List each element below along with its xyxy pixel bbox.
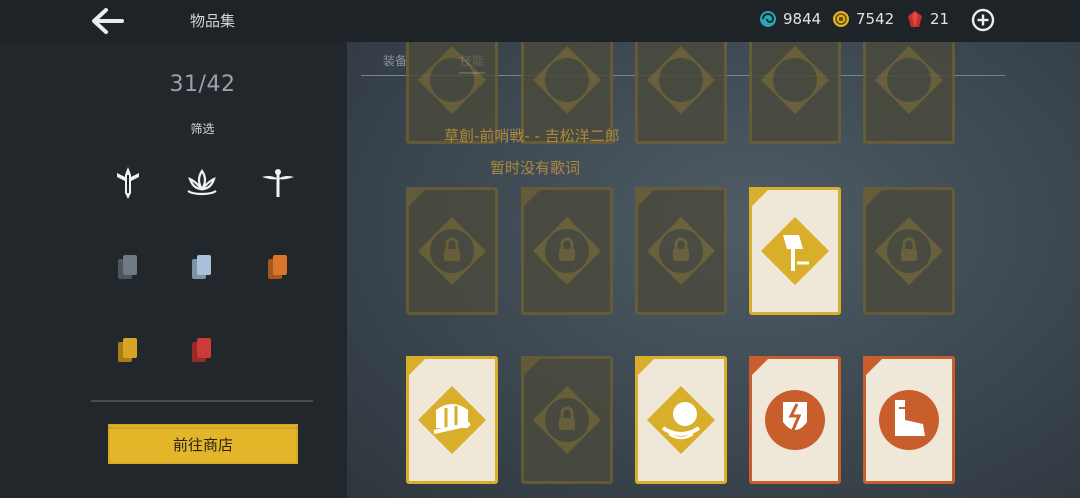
- sword-class-icon: [406, 187, 428, 209]
- gold-coin-icon: [832, 10, 850, 28]
- card-stack-icon: [118, 255, 137, 279]
- sidebar-divider: [91, 400, 313, 402]
- currency-gem-value: 21: [930, 10, 950, 28]
- skill-card-boot[interactable]: [863, 356, 955, 484]
- skill-card-shield[interactable]: [749, 356, 841, 484]
- top-bar: 物品集 9844 7542 21: [0, 0, 1080, 42]
- go-to-shop-button[interactable]: 前往商店: [108, 424, 298, 464]
- sword-class-icon: [635, 356, 657, 378]
- card-stack-icon: [192, 255, 211, 279]
- skill-card-locked[interactable]: [406, 187, 498, 315]
- tab-equipment[interactable]: 装备: [383, 52, 407, 69]
- sword-class-icon: [635, 187, 657, 209]
- page-title: 物品集: [190, 12, 236, 30]
- sword-class-icon: [863, 356, 885, 378]
- rarity-filter-epic[interactable]: [258, 247, 298, 287]
- currency-gold: 7542: [832, 10, 894, 28]
- skills-panel: 装备 技能: [347, 42, 1080, 498]
- rarity-filter-legendary[interactable]: [108, 330, 148, 370]
- skill-card-locked[interactable]: [635, 187, 727, 315]
- sword-class-icon: [521, 356, 543, 378]
- red-gem-icon: [906, 10, 924, 28]
- song-title-overlay: 草創-前哨戦- - 吉松洋二郎: [444, 127, 620, 145]
- card-stack-icon: [268, 255, 287, 279]
- dragonfly-class-icon[interactable]: [258, 163, 298, 203]
- card-stack-icon: [118, 338, 137, 362]
- helmet-icon: [433, 404, 471, 434]
- sword-class-icon: [863, 187, 885, 209]
- sword-class-icon[interactable]: [108, 163, 148, 203]
- skill-card-locked[interactable]: [749, 42, 841, 144]
- rarity-filter-mythic[interactable]: [182, 330, 222, 370]
- add-currency-button[interactable]: [971, 8, 995, 32]
- no-lyrics-overlay: 暂时没有歌词: [490, 159, 581, 177]
- skill-card-axe[interactable]: [749, 187, 841, 315]
- skill-card-locked[interactable]: [863, 42, 955, 144]
- card-stack-icon: [192, 338, 211, 362]
- currency-gem: 21: [906, 10, 949, 28]
- sword-class-icon: [406, 356, 428, 378]
- currency-swirl: 9844: [759, 10, 821, 28]
- rarity-filter-rare[interactable]: [182, 247, 222, 287]
- swirl-currency-icon: [759, 10, 777, 28]
- back-arrow-icon[interactable]: [88, 6, 128, 36]
- skill-card-locked[interactable]: [635, 42, 727, 144]
- sword-class-icon: [749, 356, 771, 378]
- broken-shield-icon: [783, 402, 807, 431]
- filter-label: 筛选: [190, 122, 215, 136]
- skill-card-whirl[interactable]: [635, 356, 727, 484]
- currency-swirl-value: 9844: [783, 10, 822, 28]
- plus-circle-icon: [971, 8, 995, 32]
- lotus-class-icon[interactable]: [182, 163, 222, 203]
- sword-class-icon: [749, 187, 771, 209]
- sword-class-icon: [521, 187, 543, 209]
- skill-card-locked[interactable]: [521, 187, 613, 315]
- collection-count: 31/42: [169, 72, 236, 97]
- currency-gold-value: 7542: [856, 10, 895, 28]
- skill-card-locked[interactable]: [521, 356, 613, 484]
- rarity-filter-common[interactable]: [108, 247, 148, 287]
- skill-card-locked[interactable]: [863, 187, 955, 315]
- skill-card-helmet[interactable]: [406, 356, 498, 484]
